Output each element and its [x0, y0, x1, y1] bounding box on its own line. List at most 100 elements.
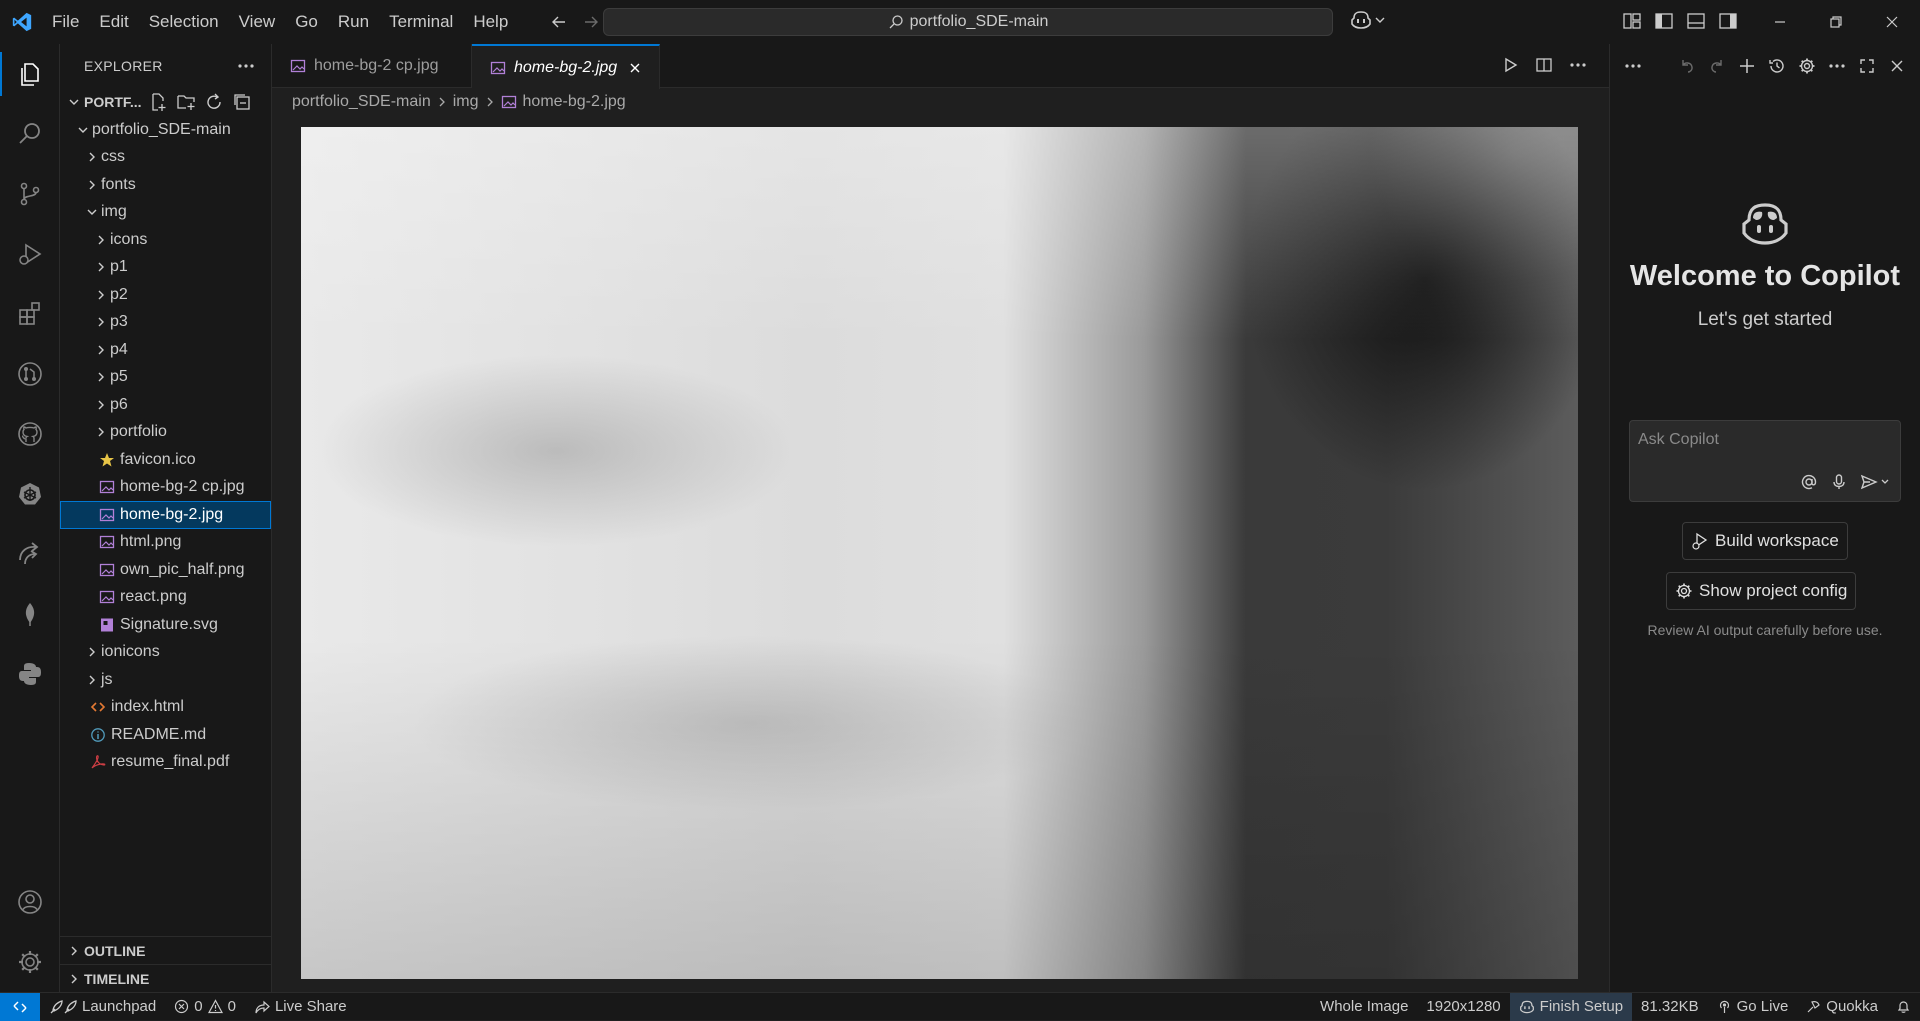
tree-folder[interactable]: icons [60, 226, 271, 254]
tree-folder[interactable]: portfolio_SDE-main [60, 116, 271, 144]
undo-icon[interactable] [1678, 57, 1696, 75]
finish-setup-item[interactable]: Finish Setup [1509, 992, 1633, 1021]
remote-indicator[interactable] [0, 992, 40, 1021]
tree-folder[interactable]: portfolio [60, 419, 271, 447]
refresh-icon[interactable] [204, 92, 224, 112]
launchpad-item[interactable]: Launchpad [40, 993, 165, 1021]
tree-folder[interactable]: css [60, 144, 271, 172]
breadcrumb-root[interactable]: portfolio_SDE-main [292, 93, 431, 111]
new-chat-plus-icon[interactable] [1738, 57, 1756, 75]
show-project-config-button[interactable]: Show project config [1666, 572, 1857, 610]
explorer-icon[interactable] [0, 44, 60, 104]
tree-file[interactable]: react.png [60, 584, 271, 612]
minimize-button[interactable] [1752, 0, 1808, 44]
command-center-search[interactable]: portfolio_SDE-main [603, 8, 1333, 36]
mention-at-icon[interactable] [1800, 473, 1818, 491]
outline-section-header[interactable]: OUTLINE [60, 936, 271, 964]
customize-layout-icon[interactable] [1622, 11, 1642, 31]
more-actions-icon[interactable] [237, 63, 255, 69]
settings-gear-icon[interactable] [1798, 57, 1816, 75]
mongodb-leaf-icon[interactable] [0, 584, 60, 644]
tree-file[interactable]: README.md [60, 721, 271, 749]
ask-copilot-input[interactable] [1638, 431, 1888, 449]
tree-folder[interactable]: p1 [60, 254, 271, 282]
split-editor-icon[interactable] [1535, 56, 1553, 74]
tree-item-label: resume_final.pdf [111, 753, 230, 771]
close-icon[interactable] [1888, 57, 1906, 75]
tree-file[interactable]: own_pic_half.png [60, 556, 271, 584]
toggle-secondary-sidebar-icon[interactable] [1718, 11, 1738, 31]
tab-home-bg-2[interactable]: home-bg-2.jpg [472, 44, 660, 89]
menu-help[interactable]: Help [463, 0, 518, 44]
tree-folder[interactable]: fonts [60, 171, 271, 199]
run-debug-icon[interactable] [0, 224, 60, 284]
tree-file[interactable]: Signature.svg [60, 611, 271, 639]
image-preview[interactable] [301, 127, 1578, 979]
new-file-icon[interactable] [148, 92, 168, 112]
tree-folder[interactable]: p6 [60, 391, 271, 419]
send-icon[interactable] [1860, 473, 1890, 491]
zoom-item[interactable]: Whole Image [1311, 993, 1417, 1021]
menu-terminal[interactable]: Terminal [379, 0, 463, 44]
tree-folder[interactable]: img [60, 199, 271, 227]
kubernetes-icon[interactable] [0, 464, 60, 524]
tree-file[interactable]: favicon.ico [60, 446, 271, 474]
tree-file[interactable]: resume_final.pdf [60, 749, 271, 777]
tree-folder[interactable]: js [60, 666, 271, 694]
menu-run[interactable]: Run [328, 0, 379, 44]
search-icon[interactable] [0, 104, 60, 164]
toggle-primary-sidebar-icon[interactable] [1654, 11, 1674, 31]
problems-item[interactable]: 0 0 [165, 993, 245, 1021]
go-live-item[interactable]: Go Live [1708, 993, 1798, 1021]
menu-edit[interactable]: Edit [89, 0, 138, 44]
tab-home-bg-2-cp[interactable]: home-bg-2 cp.jpg [272, 44, 472, 88]
forward-arrow-icon[interactable] [582, 13, 600, 31]
pull-requests-icon[interactable] [0, 344, 60, 404]
tree-folder[interactable]: p5 [60, 364, 271, 392]
tree-file[interactable]: html.png [60, 529, 271, 557]
manage-gear-icon[interactable] [0, 932, 60, 992]
tree-file[interactable]: index.html [60, 694, 271, 722]
toggle-panel-icon[interactable] [1686, 11, 1706, 31]
redo-icon[interactable] [1708, 57, 1726, 75]
menu-go[interactable]: Go [285, 0, 328, 44]
tree-file[interactable]: home-bg-2.jpg [60, 501, 271, 529]
github-icon[interactable] [0, 404, 60, 464]
extensions-icon[interactable] [0, 284, 60, 344]
more-actions-icon[interactable] [1569, 56, 1587, 74]
more-actions-icon[interactable] [1828, 57, 1846, 75]
workspace-section-header[interactable]: PORTF... [60, 88, 271, 116]
tree-folder[interactable]: p2 [60, 281, 271, 309]
restore-button[interactable] [1808, 0, 1864, 44]
editor-area: home-bg-2 cp.jpg home-bg-2.jpg portfolio… [272, 44, 1609, 992]
new-folder-icon[interactable] [176, 92, 196, 112]
menu-view[interactable]: View [229, 0, 286, 44]
back-arrow-icon[interactable] [550, 13, 568, 31]
tree-file[interactable]: home-bg-2 cp.jpg [60, 474, 271, 502]
history-icon[interactable] [1768, 57, 1786, 75]
maximize-icon[interactable] [1858, 57, 1876, 75]
source-control-icon[interactable] [0, 164, 60, 224]
remote-explorer-icon[interactable] [0, 524, 60, 584]
quokka-item[interactable]: Quokka [1797, 993, 1887, 1021]
run-icon[interactable] [1501, 56, 1519, 74]
breadcrumb-file[interactable]: home-bg-2.jpg [523, 93, 626, 111]
tree-folder[interactable]: ionicons [60, 639, 271, 667]
python-icon[interactable] [0, 644, 60, 704]
microphone-icon[interactable] [1830, 473, 1848, 491]
live-share-item[interactable]: Live Share [245, 993, 356, 1021]
build-workspace-button[interactable]: Build workspace [1682, 522, 1848, 560]
menu-file[interactable]: File [42, 0, 89, 44]
accounts-icon[interactable] [0, 872, 60, 932]
close-window-button[interactable] [1864, 0, 1920, 44]
more-actions-icon[interactable] [1624, 57, 1642, 75]
collapse-all-icon[interactable] [232, 92, 252, 112]
tree-folder[interactable]: p4 [60, 336, 271, 364]
copilot-menu-button[interactable] [1350, 10, 1386, 30]
breadcrumb-folder[interactable]: img [453, 93, 479, 111]
tree-folder[interactable]: p3 [60, 309, 271, 337]
close-icon[interactable] [625, 61, 645, 75]
menu-selection[interactable]: Selection [139, 0, 229, 44]
timeline-section-header[interactable]: TIMELINE [60, 964, 271, 992]
notifications-item[interactable] [1887, 993, 1920, 1021]
